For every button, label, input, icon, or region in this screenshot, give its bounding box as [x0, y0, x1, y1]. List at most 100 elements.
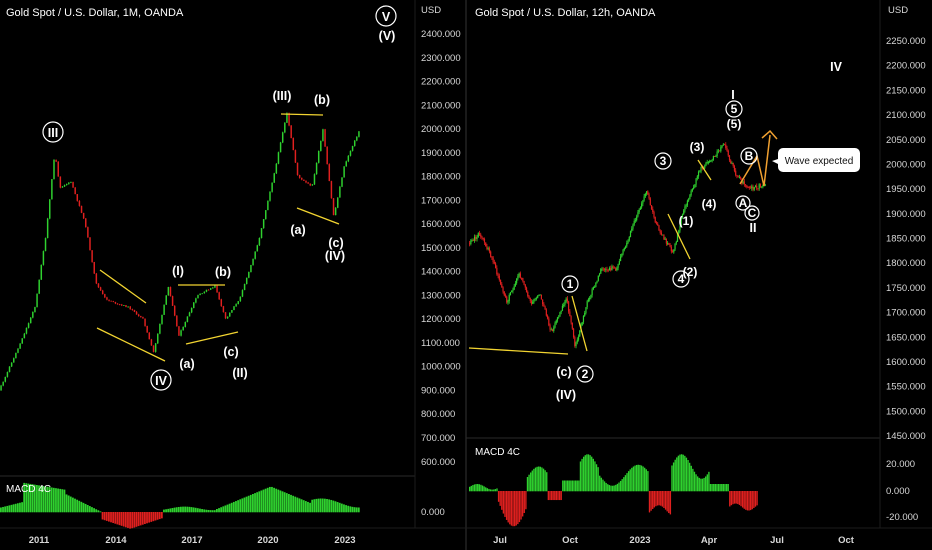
- left-macd-bar: [133, 512, 136, 528]
- right-macd-bar: [687, 460, 689, 492]
- right-macd-bar: [570, 480, 572, 492]
- left-macd-bar: [101, 512, 104, 520]
- left-price-tick: 2000.000: [421, 124, 461, 135]
- left-macd-bar: [52, 487, 55, 513]
- left-macd-bar: [243, 497, 246, 513]
- right-candle-body: [664, 238, 666, 240]
- right-price-tick: 1950.000: [886, 184, 926, 195]
- right-candle-body: [559, 312, 561, 317]
- right-macd-bar: [547, 491, 550, 501]
- right-macd-bar: [717, 484, 720, 492]
- left-price-tick: 1800.000: [421, 172, 461, 183]
- right-macd-bar: [550, 491, 553, 501]
- right-candle-body: [645, 191, 648, 194]
- right-candle-body: [528, 296, 530, 299]
- right-candle-body: [475, 236, 477, 240]
- left-macd-bar: [277, 489, 280, 513]
- right-macd-bar: [566, 480, 569, 492]
- left-candle-body: [152, 345, 155, 352]
- left-candle-body: [317, 150, 320, 163]
- left-macd-bar: [158, 512, 161, 520]
- right-candle-body: [732, 163, 734, 167]
- left-candle-body: [114, 301, 117, 304]
- right-candle-body: [576, 339, 578, 343]
- left-macd-bar: [249, 494, 252, 513]
- label-A-circled: A: [739, 196, 748, 210]
- right-candle-body: [487, 248, 489, 250]
- left-macd-bar: [135, 512, 138, 527]
- right-macd-bar: [632, 466, 635, 492]
- left-candle-body: [25, 327, 28, 334]
- left-macd-bar: [16, 503, 19, 513]
- right-macd-bar: [544, 470, 546, 492]
- right-macd-bar: [562, 480, 564, 492]
- right-candle-body: [606, 269, 608, 271]
- right-macd-bar: [684, 455, 686, 492]
- right-candle-body: [472, 240, 474, 241]
- right-price-tick: 2250.000: [886, 36, 926, 47]
- right-macd-bar: [700, 478, 702, 492]
- callout-text: Wave expected: [785, 156, 854, 167]
- right-macd-bar: [603, 481, 606, 492]
- right-candle-body: [513, 286, 515, 290]
- left-macd-bar: [336, 502, 339, 513]
- left-price-tick: 1300.000: [421, 290, 461, 301]
- right-candle-body: [568, 301, 570, 312]
- left-candle-body: [150, 339, 153, 346]
- right-macd-bar: [724, 484, 726, 492]
- left-candle-body: [347, 155, 350, 162]
- right-macd-bar: [605, 482, 607, 492]
- right-candle-body: [477, 233, 479, 237]
- right-candle-body: [657, 223, 659, 226]
- left-candle-body: [112, 301, 115, 303]
- left-macd-bar: [108, 512, 110, 522]
- right-macd-bar: [626, 473, 628, 492]
- right-candle-body: [670, 246, 672, 252]
- left-candle-body: [328, 164, 331, 182]
- right-candle-body: [498, 275, 500, 280]
- left-macd-bar: [321, 498, 324, 513]
- right-candle-body: [709, 160, 711, 163]
- left-macd-bar: [245, 496, 248, 513]
- left-macd-bar: [241, 498, 244, 513]
- right-macd-bar: [688, 462, 691, 492]
- left-candle-body: [176, 315, 178, 327]
- right-candle-body: [546, 315, 549, 319]
- right-candle-body: [663, 234, 665, 240]
- left-price-tick: 1000.000: [421, 362, 461, 373]
- left-axis-currency: USD: [421, 5, 441, 16]
- left-macd-bar: [230, 502, 233, 513]
- right-candle-body: [694, 184, 696, 188]
- right-macd-bar: [656, 491, 659, 506]
- right-price-tick: 2200.000: [886, 61, 926, 72]
- right-candle-body: [532, 301, 534, 304]
- left-macd-bar: [95, 509, 98, 513]
- left-macd-bar: [146, 512, 148, 524]
- right-candle-body: [571, 322, 573, 329]
- right-macd-bar: [513, 491, 516, 527]
- right-macd-bar: [753, 491, 755, 509]
- left-candle-body: [252, 258, 254, 265]
- left-macd-bar: [4, 506, 7, 513]
- right-candle-body: [668, 243, 670, 245]
- right-macd-bar: [634, 465, 636, 492]
- left-macd-bar: [296, 497, 299, 513]
- left-macd-bar: [340, 503, 343, 513]
- left-candle-body: [239, 296, 242, 302]
- right-candle-body: [689, 195, 691, 200]
- left-macd-bar: [14, 503, 17, 513]
- right-candle-body: [737, 175, 739, 178]
- left-candle-body: [154, 343, 157, 352]
- left-macd-bar: [283, 492, 286, 513]
- left-macd-bar: [258, 491, 261, 513]
- right-candle-body: [581, 322, 583, 326]
- left-macd-bar: [317, 498, 320, 513]
- right-candle-body: [700, 167, 702, 172]
- left-candle-body: [358, 131, 360, 137]
- left-price-tick: 600.000: [421, 457, 455, 468]
- right-macd-tick: 20.000: [886, 459, 915, 470]
- left-macd-bar: [332, 500, 335, 513]
- right-macd-bar: [483, 486, 485, 492]
- right-macd-bar: [491, 489, 493, 492]
- left-candle-body: [265, 210, 267, 220]
